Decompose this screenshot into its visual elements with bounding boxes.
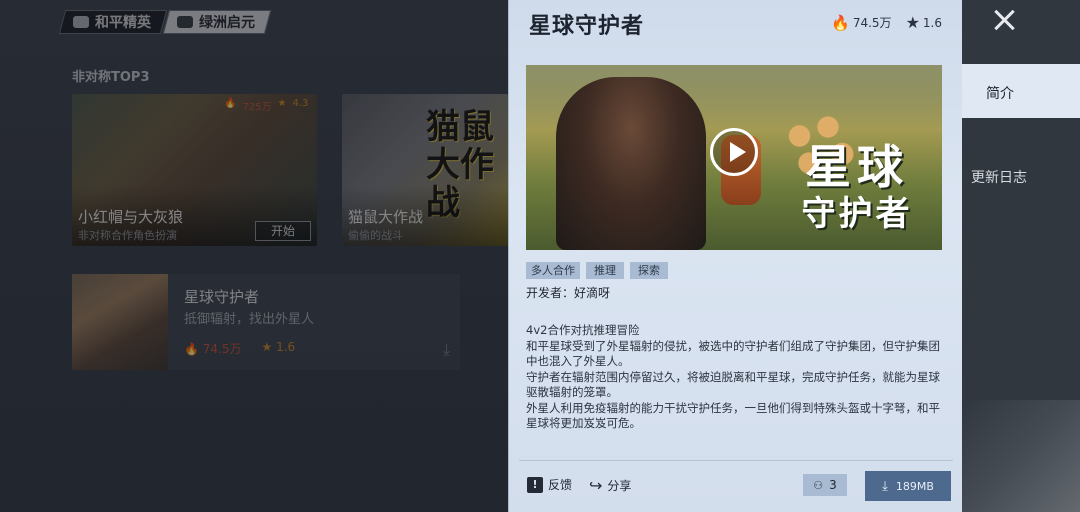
game-thumbnail [72,274,168,370]
feedback-button[interactable]: ! 反馈 [527,476,572,493]
share-button[interactable]: ↪ 分享 [589,476,631,495]
game-detail-panel: 星球守护者 🔥 74.5万 ★ 1.6 星球 守护者 多人合作 推理 探索 开发… [508,0,962,512]
panel-header: 星球守护者 🔥 74.5万 ★ 1.6 [509,0,962,44]
detail-sidebar: 简介 更新日志 [962,0,1080,512]
card-stats: 🔥 725万 ★ 4.3 [224,98,308,113]
hero-art-line2: 守护者 [801,194,913,234]
section-title: 非对称TOP3 [72,70,150,85]
tag-list: 多人合作 推理 探索 [526,262,668,279]
download-icon[interactable]: ⤓ [443,340,450,360]
download-icon: ⤓ [882,478,888,494]
star-icon: ★ [905,13,920,32]
description-line: 外星人利用免疫辐射的能力干扰守护任务，一旦他们得到特殊头盔或十字弩，和平星球将更… [526,400,940,431]
hero-art-line1: 星球 [805,140,909,194]
download-button[interactable]: ⤓ 189MB [865,471,951,501]
list-item-stats: 🔥 74.5万 ★ 1.6 [184,340,295,357]
list-heat-value: 74.5万 [202,342,242,356]
developer: 开发者：好滴呀 [526,286,611,300]
card-title: 猫鼠大作战 [348,208,424,226]
heat-value: 74.5万 [852,16,892,30]
card-subtitle: 偷偷的战斗 [348,229,403,242]
feedback-label: 反馈 [548,478,573,492]
oasis-icon [177,16,193,28]
logo-peace-elite: 和平精英 [58,10,168,34]
logo-oasis: 绿洲启元 [162,10,272,34]
list-rating-value: 1.6 [276,340,296,354]
card-heat: 725万 [242,102,272,113]
list-heat: 🔥 74.5万 [184,340,242,357]
star-icon: ★ [277,98,287,109]
logo-bar: 和平精英 绿洲启元 [58,10,272,34]
rating-stat: ★ 1.6 [906,13,942,32]
list-item-title: 星球守护者 [184,288,260,306]
tag: 探索 [630,262,668,279]
logo-text: 绿洲启元 [199,15,255,31]
rating-value: 1.6 [922,15,942,30]
description-line: 和平星球受到了外星辐射的侵扰，被选中的守护者们组成了守护集团，但守护集团中也混入… [526,338,940,369]
logo-text: 和平精英 [95,15,151,31]
flame-icon: 🔥 [184,342,199,356]
header-stats: 🔥 74.5万 ★ 1.6 [831,13,942,32]
game-list-item[interactable]: 星球守护者 抵御辐射，找出外星人 🔥 74.5万 ★ 1.6 ⤓ [72,274,460,370]
game-card[interactable]: 🔥 725万 ★ 4.3 小红帽与大灰狼 非对称合作角色扮演 开始 [72,94,317,246]
flame-icon: 🔥 [224,98,237,109]
card-rating: 4.3 [292,98,309,109]
hero-art-title: 星球 守护者 [782,140,932,234]
star-icon: ★ [261,340,273,354]
heat-stat: 🔥 74.5万 [831,14,891,32]
group-icon: ⚇ [813,478,824,492]
list-item-subtitle: 抵御辐射，找出外星人 [184,312,315,327]
decorative-pattern [962,400,1080,512]
list-rating: ★ 1.6 [262,340,296,357]
play-icon[interactable] [710,128,758,176]
game-card[interactable]: 猫鼠大作战 猫鼠大作战 偷偷的战斗 [342,94,508,246]
tab-changelog[interactable]: 更新日志 [962,148,1080,202]
description-line: 守护者在辐射范围内停留过久，将被迫脱离和平星球，完成守护任务，就能为星球驱散辐射… [526,369,940,400]
feedback-icon: ! [527,476,543,493]
tag: 多人合作 [526,262,580,279]
helmet-icon [73,16,89,28]
hero-video[interactable]: 星球 守护者 [526,65,942,250]
close-button[interactable] [962,0,1046,40]
tab-intro[interactable]: 简介 [962,64,1080,118]
game-title: 星球守护者 [529,14,645,39]
card-subtitle: 非对称合作角色扮演 [78,229,177,242]
card-title: 小红帽与大灰狼 [78,208,184,226]
hero-art-character [556,77,706,250]
download-size: 189MB [895,479,934,493]
footer-divider [519,460,953,461]
close-icon [993,9,1015,31]
share-icon: ↪ [589,476,603,495]
tag: 推理 [586,262,624,279]
player-count: 3 [829,478,837,492]
description-line: 4v2合作对抗推理冒险 [526,323,640,337]
start-button[interactable]: 开始 [255,221,311,241]
game-description: 4v2合作对抗推理冒险 和平星球受到了外星辐射的侵扰，被选中的守护者们组成了守护… [526,323,944,432]
share-label: 分享 [607,479,632,493]
player-count-badge: ⚇ 3 [803,474,847,496]
flame-icon: 🔥 [831,13,850,32]
